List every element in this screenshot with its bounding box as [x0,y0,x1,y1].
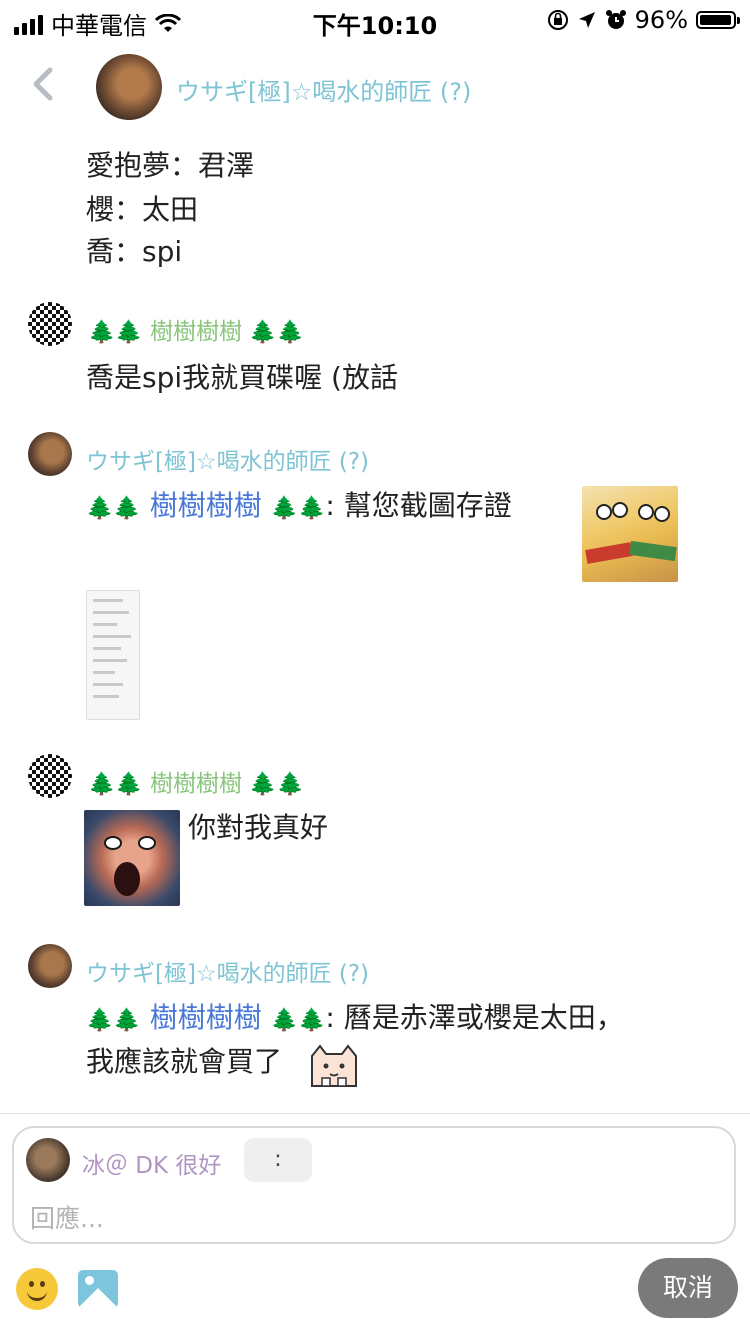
reply-chip[interactable]: : [244,1138,312,1182]
message-text: 🌲🌲 樹樹樹樹 🌲🌲: 幫您截圖存證 [86,484,512,531]
sender-name: 樹樹樹樹 [150,319,243,345]
status-right: 96% [547,6,740,34]
tree-emoji: 🌲🌲 [86,496,141,521]
reply-input[interactable] [28,1198,722,1238]
tree-emoji: 🌲🌲 [249,320,305,345]
message-line: 愛抱夢：君澤 [86,149,255,182]
message-line: 櫻：太田 [86,193,199,226]
cancel-button[interactable]: 取消 [638,1258,738,1318]
battery-percent: 96% [634,6,688,34]
sender-name[interactable]: ウサギ[極]☆喝水的師匠 (?) [86,954,369,988]
message-text: 你對我真好 [188,811,329,844]
image-icon[interactable] [78,1270,118,1308]
tree-emoji: 🌲🌲 [249,772,305,797]
message-body: : 幫您截圖存證 [325,489,512,522]
reply-user-avatar [26,1138,70,1182]
battery-icon [696,11,740,29]
mention-link[interactable]: 樹樹樹樹 [150,489,262,522]
avatar[interactable] [28,432,72,476]
tree-emoji: 🌲🌲 [86,1008,141,1033]
mention-link[interactable]: 樹樹樹樹 [150,1001,262,1034]
orientation-lock-icon [547,10,568,30]
message-sender[interactable]: 🌲🌲 樹樹樹樹 🌲🌲 [88,764,304,798]
avatar[interactable] [28,302,72,346]
reply-user-name: 冰＠ DK 很好 [82,1153,222,1179]
location-icon [578,12,595,28]
message-text: 🌲🌲 樹樹樹樹 🌲🌲: 曆是赤澤或櫻是太田， [86,996,624,1043]
sender-name: 樹樹樹樹 [150,771,243,797]
header-title[interactable]: ウサギ[極]☆喝水的師匠 (?) [176,72,471,107]
status-bar: 中華電信 下午10:10 96% [0,0,750,42]
message-sender[interactable]: 🌲🌲 樹樹樹樹 🌲🌲 [88,312,304,346]
sender-name[interactable]: ウサギ[極]☆喝水的師匠 (?) [86,442,369,476]
header-avatar[interactable] [96,54,162,120]
reaction-face-image[interactable] [84,810,180,906]
reply-box: 冰＠ DK 很好 : [12,1126,736,1244]
avatar[interactable] [28,754,72,798]
bird-sticker-image[interactable] [582,486,678,582]
tree-emoji: 🌲🌲 [270,1008,326,1033]
screenshot-image[interactable] [86,590,140,720]
chevron-left-icon[interactable] [28,64,58,104]
avatar[interactable] [28,944,72,988]
tree-emoji: 🌲🌲 [88,320,143,345]
alarm-icon [605,10,626,29]
tree-emoji: 🌲🌲 [88,772,143,797]
tree-emoji: 🌲🌲 [270,496,326,521]
message-body: : 曆是赤澤或櫻是太田， [325,1001,624,1034]
message-text-line2: 我應該就會買了 [86,1045,283,1078]
message-text: 喬是spi我就買碟喔 (放話 [86,361,398,394]
message-line: 喬：spi [86,235,183,268]
cat-sticker-icon[interactable] [306,1042,362,1088]
cut-off-line [86,112,286,134]
divider [0,1113,750,1114]
emoji-icon[interactable] [16,1268,58,1310]
